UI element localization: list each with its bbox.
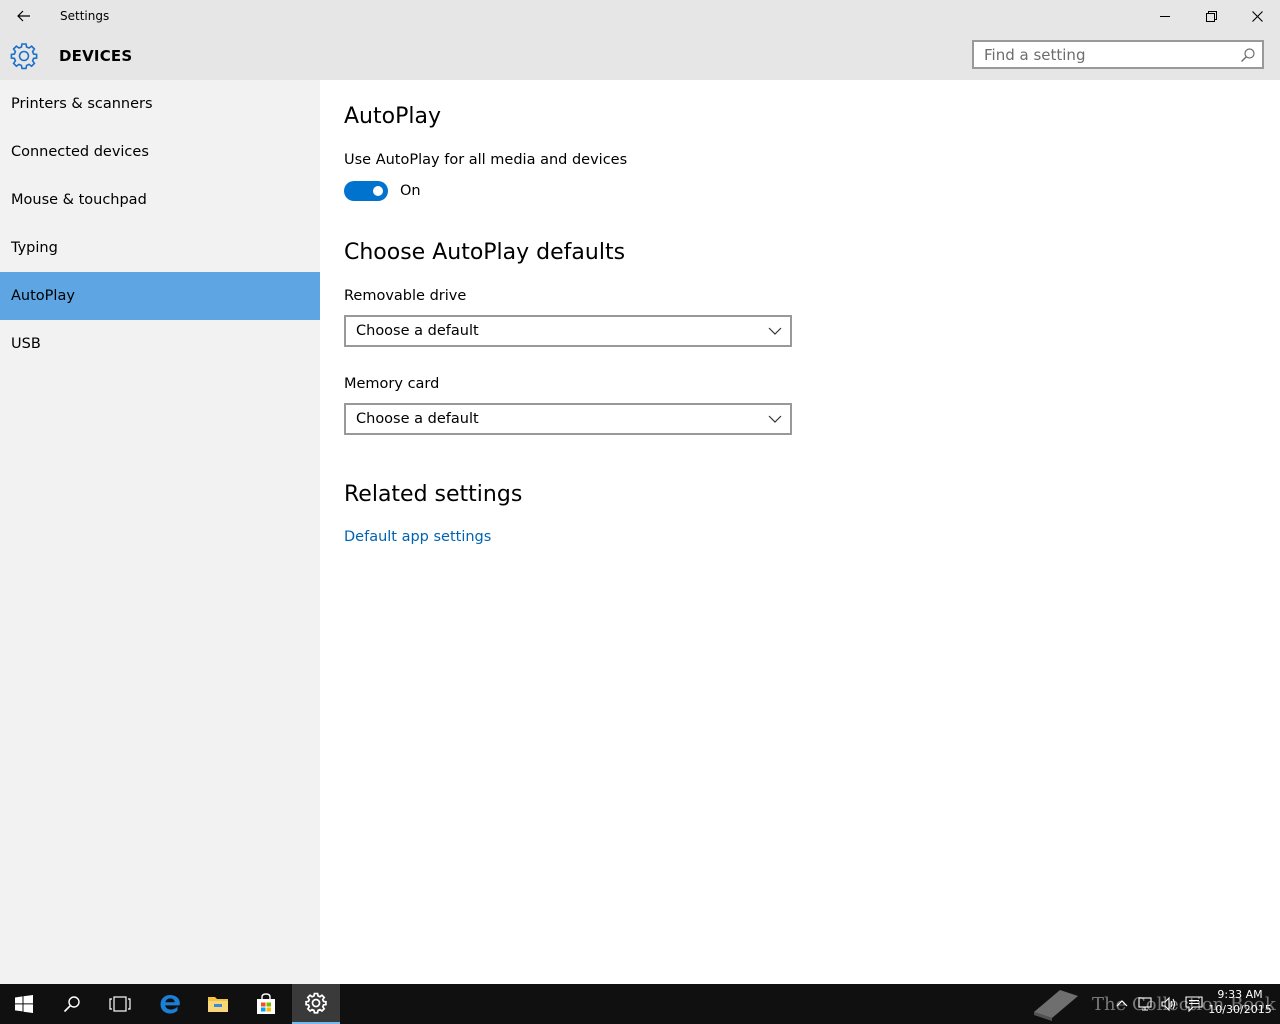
start-icon xyxy=(15,995,33,1013)
minimize-button[interactable] xyxy=(1142,0,1188,32)
chevron-down-icon xyxy=(768,327,782,335)
store-button[interactable] xyxy=(242,984,290,1024)
taskbar-search-button[interactable] xyxy=(48,984,96,1024)
memory-card-select[interactable]: Choose a default xyxy=(344,403,792,435)
close-button[interactable] xyxy=(1234,0,1280,32)
settings-icon xyxy=(305,992,327,1014)
removable-drive-value: Choose a default xyxy=(356,323,479,339)
taskbar: The Collection Book 9:33 AM 10/30/2015 xyxy=(0,984,1280,1024)
volume-icon[interactable] xyxy=(1160,996,1178,1012)
search-input[interactable] xyxy=(974,42,1234,67)
task-view-button[interactable] xyxy=(96,984,144,1024)
minimize-icon xyxy=(1160,16,1170,17)
back-arrow-icon xyxy=(17,10,30,22)
restore-button[interactable] xyxy=(1188,0,1234,32)
settings-header: DEVICES xyxy=(0,32,1280,80)
restore-icon xyxy=(1205,10,1217,22)
clock-date: 10/30/2015 xyxy=(1208,1003,1272,1016)
taskbar-clock[interactable]: 9:33 AM 10/30/2015 xyxy=(1206,987,1274,1017)
edge-button[interactable] xyxy=(146,984,194,1024)
file-explorer-button[interactable] xyxy=(194,984,242,1024)
sidebar-item-mouse-touchpad[interactable]: Mouse & touchpad xyxy=(0,176,320,224)
gear-icon xyxy=(10,43,38,70)
task-view-icon xyxy=(109,996,131,1012)
section-title-defaults: Choose AutoPlay defaults xyxy=(344,240,626,265)
page-title: DEVICES xyxy=(59,47,133,65)
section-title-related: Related settings xyxy=(344,482,523,507)
sidebar-item-printers-scanners[interactable]: Printers & scanners xyxy=(0,80,320,128)
removable-drive-select[interactable]: Choose a default xyxy=(344,315,792,347)
chevron-up-icon[interactable] xyxy=(1113,996,1131,1012)
search-icon[interactable] xyxy=(1240,47,1256,63)
sidebar-item-connected-devices[interactable]: Connected devices xyxy=(0,128,320,176)
clock-time: 9:33 AM xyxy=(1217,988,1263,1001)
sidebar-item-autoplay[interactable]: AutoPlay xyxy=(0,272,320,320)
chevron-down-icon xyxy=(768,415,782,423)
sidebar-item-typing[interactable]: Typing xyxy=(0,224,320,272)
toggle-knob xyxy=(373,186,383,196)
autoplay-toggle[interactable] xyxy=(344,181,388,201)
main-content: AutoPlay Use AutoPlay for all media and … xyxy=(320,80,1280,984)
search-box[interactable] xyxy=(972,40,1264,69)
settings-window: Settings DEVICES Find a setting Printers… xyxy=(0,0,1280,1024)
window-title: Settings xyxy=(60,9,110,23)
search-icon xyxy=(63,996,80,1013)
autoplay-toggle-label: Use AutoPlay for all media and devices xyxy=(344,152,628,168)
network-icon[interactable] xyxy=(1137,996,1155,1012)
memory-card-label: Memory card xyxy=(344,376,440,392)
start-button[interactable] xyxy=(0,984,48,1024)
back-button[interactable] xyxy=(0,0,48,32)
edge-icon xyxy=(160,995,180,1014)
removable-drive-label: Removable drive xyxy=(344,288,467,304)
sidebar-item-usb[interactable]: USB xyxy=(0,320,320,368)
close-icon xyxy=(1251,10,1263,22)
action-center-icon[interactable] xyxy=(1185,996,1203,1012)
sidebar: Printers & scanners Connected devices Mo… xyxy=(0,80,320,984)
toggle-state-text: On xyxy=(400,183,421,199)
default-app-settings-link[interactable]: Default app settings xyxy=(344,529,491,545)
section-title-autoplay: AutoPlay xyxy=(344,104,441,129)
settings-taskbar-button[interactable] xyxy=(292,984,340,1024)
book-icon xyxy=(1034,990,1078,1021)
file-explorer-icon xyxy=(208,997,228,1012)
title-bar: Settings xyxy=(0,0,1280,32)
memory-card-value: Choose a default xyxy=(356,411,479,427)
store-icon xyxy=(257,993,275,1014)
